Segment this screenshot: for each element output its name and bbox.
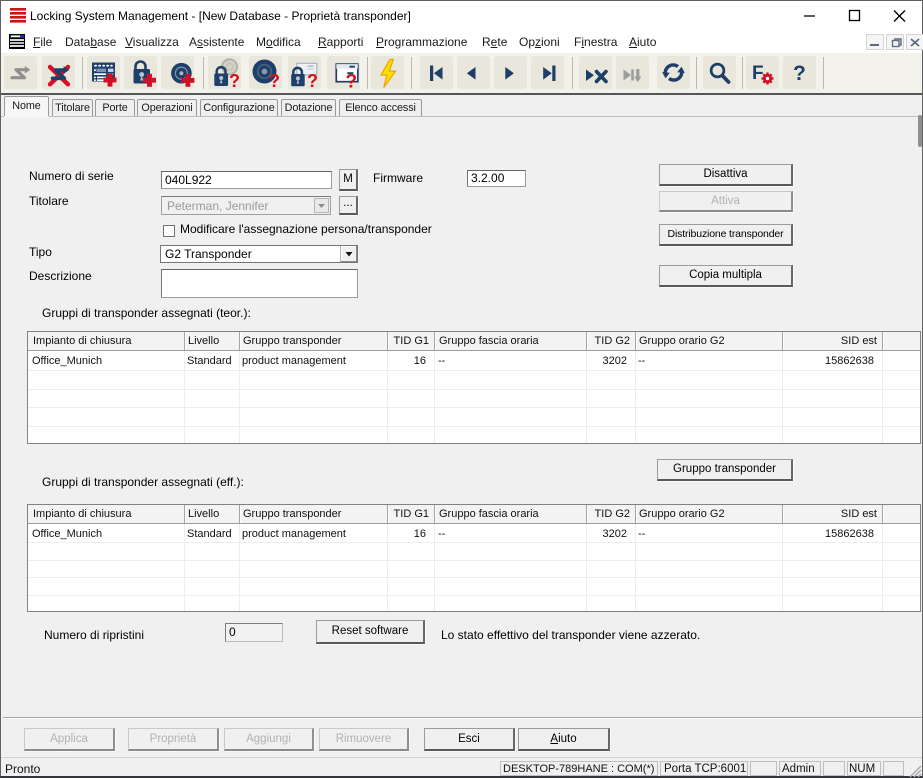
svg-text:F: F [752, 63, 764, 84]
svg-text:?: ? [346, 72, 358, 93]
svg-text:?: ? [793, 62, 806, 85]
svg-text:?: ? [269, 71, 280, 91]
svg-text:?: ? [307, 71, 318, 91]
svg-text:?: ? [229, 71, 240, 91]
